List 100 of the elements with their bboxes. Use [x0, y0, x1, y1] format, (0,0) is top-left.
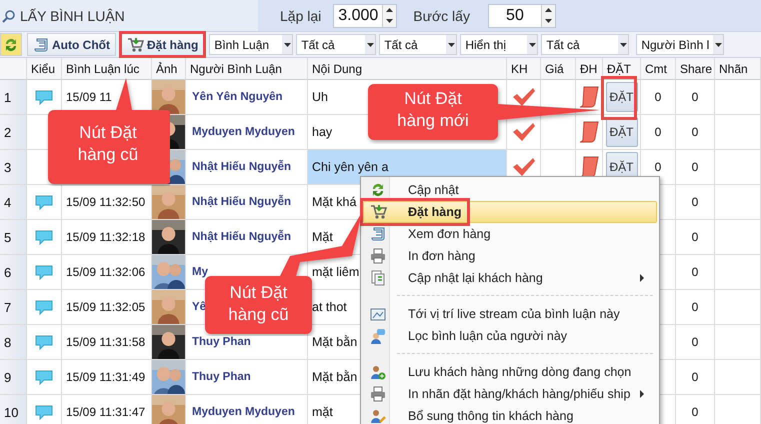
comment-icon: [35, 300, 53, 314]
share-count: 0: [692, 160, 698, 174]
comment-text: Mặt bằn: [312, 335, 358, 349]
commenter-name[interactable]: Yê: [192, 301, 206, 313]
commenter-name[interactable]: My: [192, 266, 208, 278]
repeat-spinner[interactable]: 3.000: [333, 4, 398, 28]
filter-dropdown[interactable]: Tất cả: [541, 34, 630, 55]
row-number: 9: [0, 360, 27, 395]
comment-text: Mặt khá: [312, 195, 356, 209]
row-number: 6: [0, 255, 27, 290]
map-icon: [370, 306, 386, 322]
menu-item[interactable]: Lọc bình luận của người này: [363, 325, 657, 347]
sheet-icon: [370, 270, 386, 286]
order-button[interactable]: ĐẶT: [606, 82, 638, 112]
share-count: 0: [692, 300, 698, 314]
column-header[interactable]: ĐH: [576, 58, 603, 80]
menu-item[interactable]: Xem đơn hàng: [363, 223, 657, 245]
comment-text: Mặt: [312, 230, 333, 244]
up-arrow-icon[interactable]: [386, 8, 394, 12]
column-header[interactable]: Cmt: [641, 58, 676, 80]
comment-time: 15/09 11:32:18: [66, 230, 146, 244]
caret-icon: [620, 42, 627, 46]
row-number: 3: [0, 150, 27, 185]
comment-count: 0: [654, 125, 662, 139]
comment-text: at thot: [312, 300, 347, 314]
order-button[interactable]: ĐẶT: [606, 117, 638, 147]
menu-item[interactable]: In nhãn đặt hàng/khách hàng/phiếu ship: [363, 383, 657, 405]
column-header[interactable]: Nội Dung: [308, 58, 507, 80]
filter-dropdown[interactable]: Tất cả: [296, 34, 376, 55]
column-header[interactable]: Kiểu: [27, 58, 62, 80]
step-spinner[interactable]: 50: [488, 4, 556, 28]
scroll-icon: [33, 36, 49, 52]
column-header[interactable]: KH: [507, 58, 541, 80]
column-header[interactable]: Giá: [541, 58, 576, 80]
comment-text: Chi yên yên a: [312, 160, 388, 174]
filter-dropdown[interactable]: Người Bình l: [636, 34, 724, 55]
scroll-icon: [579, 86, 599, 108]
commenter-name[interactable]: Nhật Hiếu Nguyễn: [192, 196, 292, 208]
toolbar-button[interactable]: Đặt hàng: [118, 31, 206, 58]
share-count: 0: [692, 195, 698, 209]
toolbar-button[interactable]: Auto Chốt: [27, 33, 116, 56]
column-header[interactable]: Bình Luận lúc: [62, 58, 152, 80]
column-header[interactable]: Nhãn: [715, 58, 761, 80]
check-icon: [512, 87, 536, 107]
comment-text: mặt: [312, 405, 333, 419]
printer-icon: [370, 386, 386, 402]
filter-dropdown[interactable]: Bình Luận: [209, 34, 294, 55]
comment-icon: [35, 404, 53, 420]
callout-text: Nút Đặt hàng cũ: [227, 282, 290, 326]
menu-item[interactable]: In đơn hàng: [363, 245, 657, 267]
share-count: 0: [692, 370, 698, 384]
commenter-name[interactable]: Nhật Hiếu Nguyễn: [192, 231, 292, 243]
share-count: 0: [692, 265, 698, 279]
row-number: 10: [0, 395, 27, 424]
comment-time: 15/09 11:32:06: [66, 265, 146, 279]
up-arrow-icon[interactable]: [544, 8, 552, 12]
refresh-icon: [3, 36, 19, 52]
caret-icon: [528, 42, 536, 46]
search-icon: [2, 8, 16, 22]
tab-label: LẤY BÌNH LUẬN: [20, 8, 125, 24]
comment-icon: [35, 90, 53, 104]
menu-item[interactable]: Cập nhật: [363, 179, 657, 201]
comment-text: mặt liêm: [312, 265, 360, 279]
commenter-name[interactable]: Thuy Phan: [192, 336, 251, 348]
menu-item[interactable]: Đặt hàng: [363, 201, 657, 223]
cart-icon: [370, 204, 386, 220]
share-count: 0: [692, 405, 698, 419]
comments-tab[interactable]: LẤY BÌNH LUẬN: [0, 0, 258, 31]
step-label: Bước lấy: [413, 8, 470, 24]
comment-time: 15/09 11:31:49: [66, 370, 146, 384]
row-number: 5: [0, 220, 27, 255]
menu-item[interactable]: Cập nhật lại khách hàng: [363, 267, 657, 289]
comment-text: Uh: [312, 90, 328, 104]
down-arrow-icon[interactable]: [544, 19, 552, 23]
comment-icon: [35, 264, 53, 280]
share-count: 0: [692, 230, 698, 244]
callout-text: Nút Đặt hàng cũ: [76, 122, 140, 166]
menu-item[interactable]: Lưu khách hàng những dòng đang chọn: [363, 361, 657, 383]
down-arrow-icon[interactable]: [386, 19, 394, 23]
filter-dropdown[interactable]: Tất cả: [379, 34, 458, 55]
commenter-name[interactable]: Yên Yên Nguyên: [192, 91, 283, 103]
commenter-name[interactable]: Thuy Phan: [192, 371, 251, 383]
refresh-button[interactable]: [0, 33, 22, 56]
menu-item[interactable]: Tới vị trí live stream của bình luận này: [363, 303, 657, 325]
comment-icon: [35, 194, 53, 210]
filter-dropdown[interactable]: Hiển thị: [460, 34, 538, 55]
commenter-name[interactable]: Myduyen Myduyen: [192, 126, 295, 138]
scroll-icon: [579, 156, 599, 178]
share-count: 0: [692, 125, 698, 139]
menu-item[interactable]: Bổ sung thông tin khách hàng: [363, 405, 657, 424]
commenter-name[interactable]: Nhật Hiếu Nguyễn: [192, 161, 292, 173]
comment-time: 15/09 11:32:05: [66, 300, 146, 314]
column-header[interactable]: Người Bình Luận: [186, 58, 308, 80]
callout-text: Nút Đặt hàng mới: [396, 88, 470, 132]
commenter-name[interactable]: Myduyen Myduyen: [192, 406, 295, 418]
column-header[interactable]: Share: [676, 58, 715, 80]
column-header[interactable]: Ảnh: [152, 58, 186, 80]
repeat-label: Lặp lại: [280, 8, 322, 24]
scroll-icon: [579, 121, 599, 143]
printer-icon: [370, 248, 386, 264]
